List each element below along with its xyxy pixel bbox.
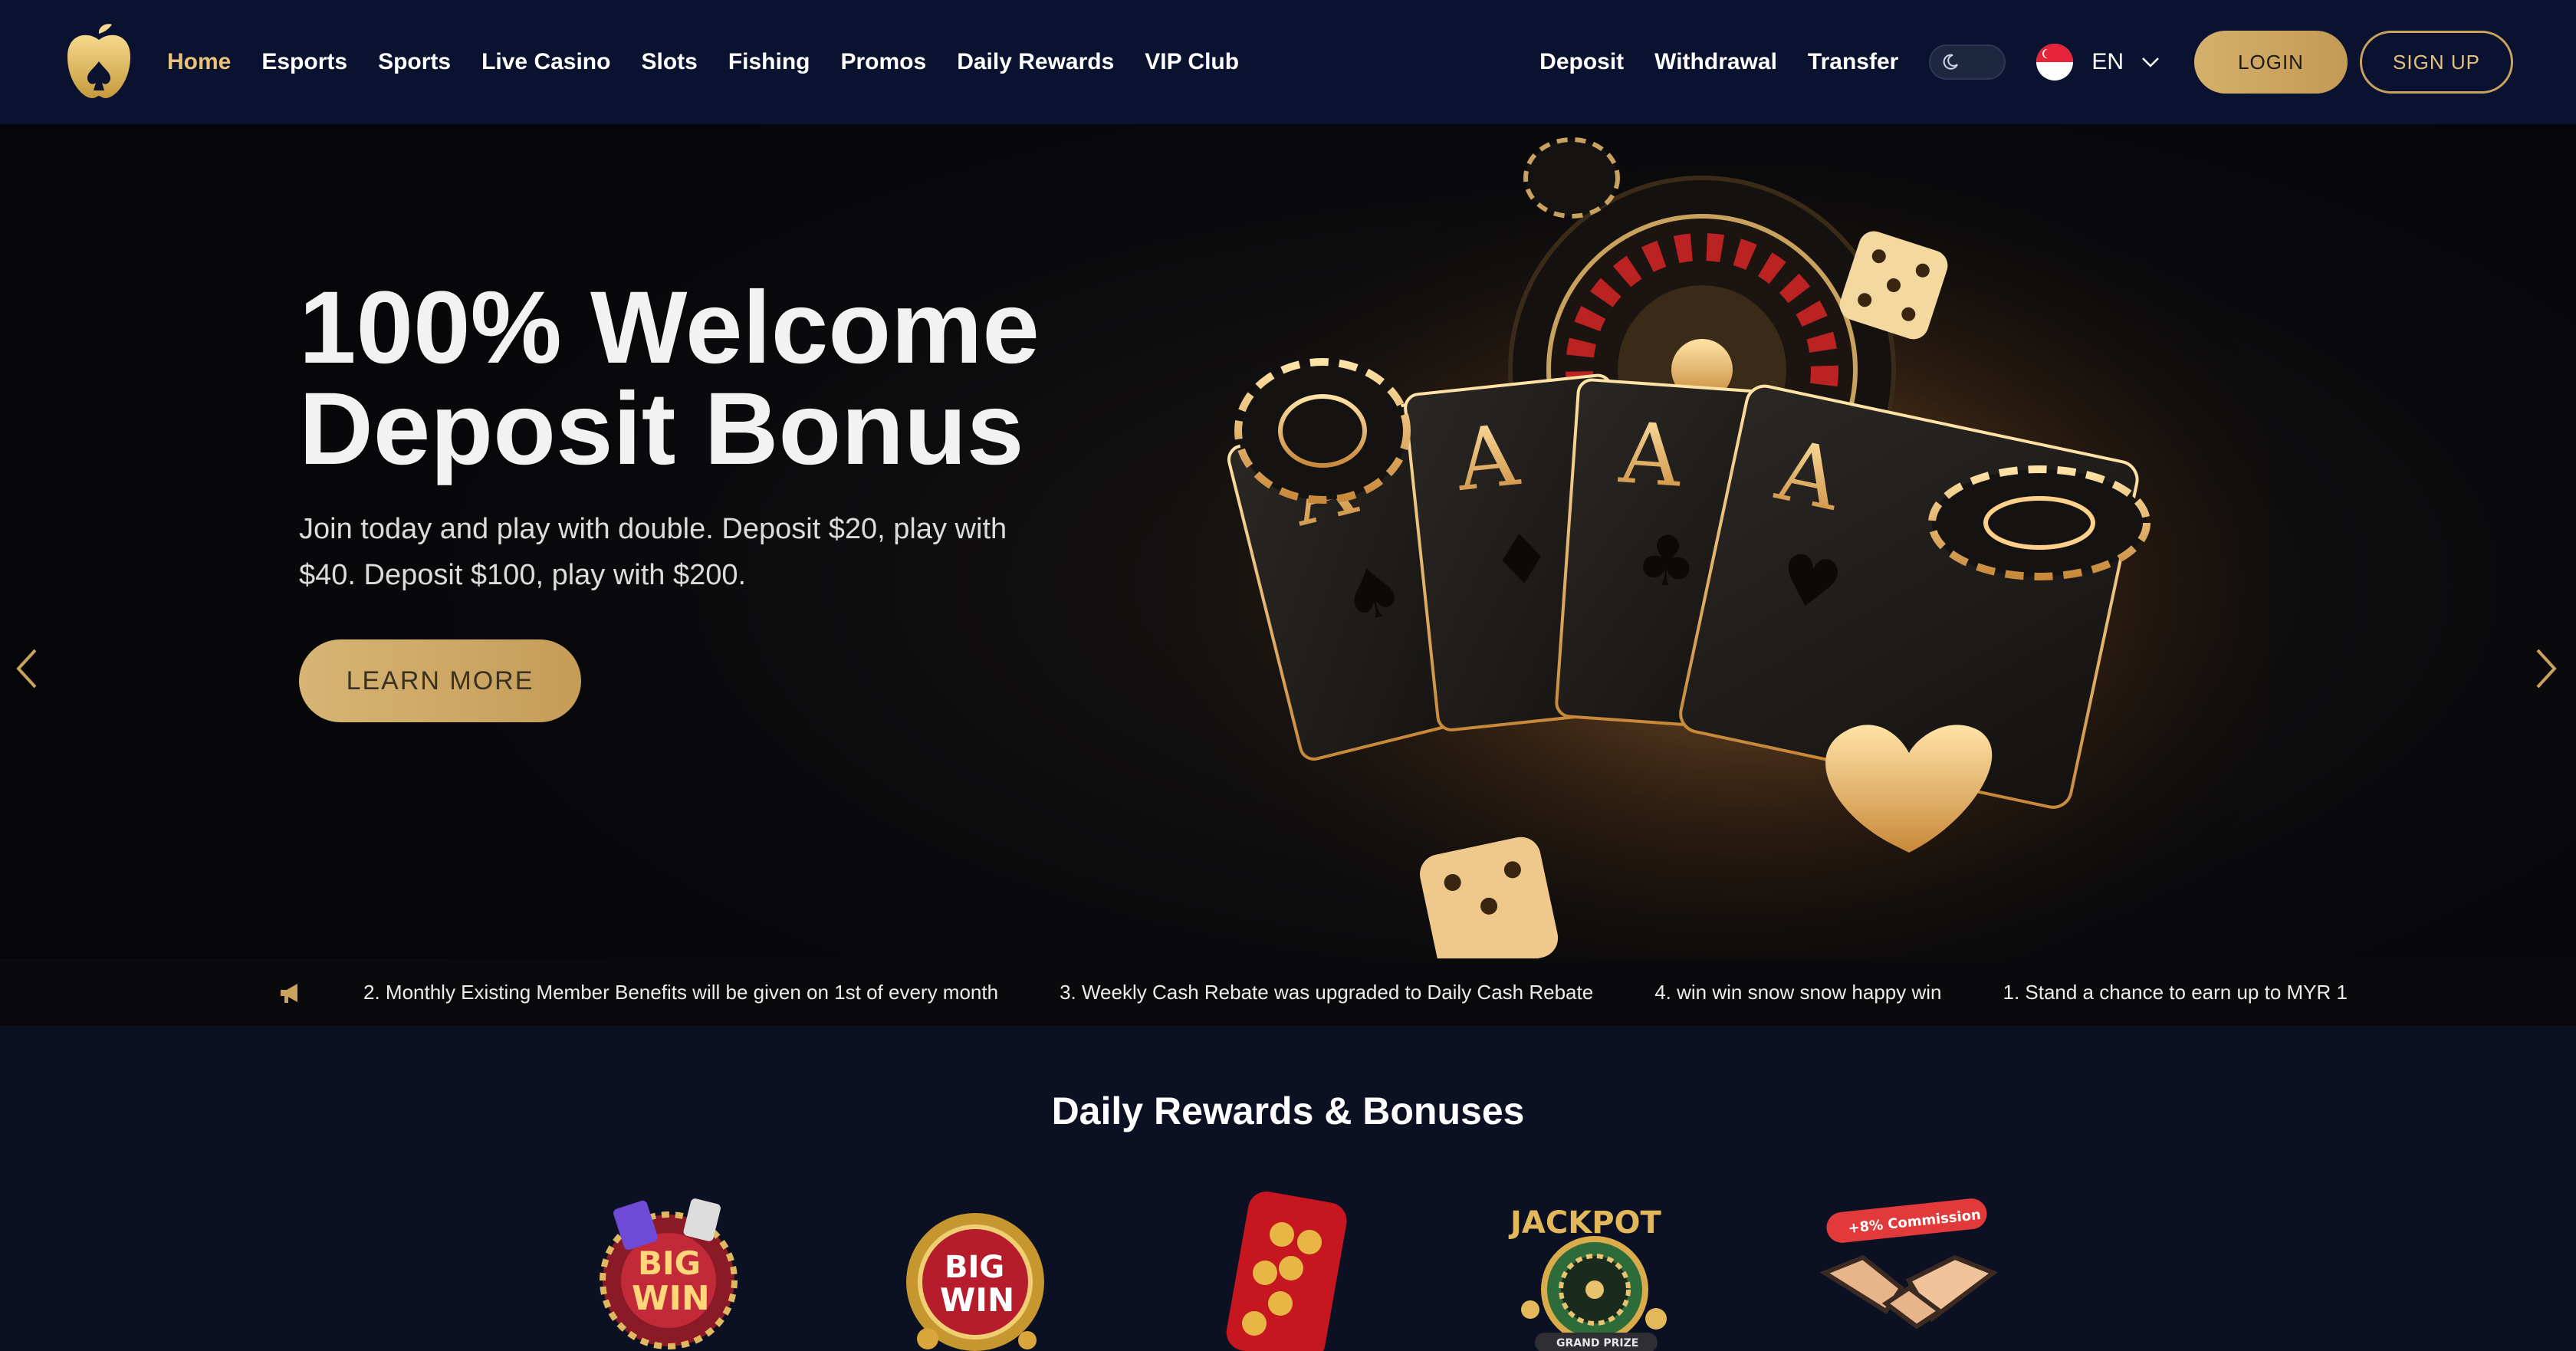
- nav-sports[interactable]: Sports: [378, 49, 451, 75]
- big-win-roulette-icon[interactable]: BIG WIN: [897, 1188, 1081, 1351]
- big-win-badge-icon[interactable]: BIG WIN: [587, 1188, 771, 1351]
- nav-promos[interactable]: Promos: [840, 49, 926, 75]
- chevron-down-icon[interactable]: [2141, 52, 2160, 72]
- deposit-link[interactable]: Deposit: [1539, 49, 1624, 75]
- jackpot-roulette-icon[interactable]: JACKPOT GRAND PRIZE: [1503, 1188, 1687, 1351]
- nav-vip-club[interactable]: VIP Club: [1145, 49, 1239, 75]
- announcement-item: 3. Weekly Cash Rebate was upgraded to Da…: [1060, 980, 1594, 1004]
- login-button[interactable]: LOGIN: [2194, 31, 2348, 94]
- hero-subtitle: Join today and play with double. Deposit…: [299, 513, 1007, 591]
- ticker-track: 2. Monthly Existing Member Benefits will…: [363, 958, 2348, 1026]
- jackpot-text: JACKPOT: [1508, 1205, 1662, 1241]
- nav-live-casino[interactable]: Live Casino: [481, 49, 610, 75]
- golden-apple-spade-icon[interactable]: [64, 23, 133, 103]
- svg-text:A: A: [1616, 403, 1686, 505]
- casino-cards-art: A ♠ A ♦ A ♣ A ♥: [1119, 124, 2269, 958]
- announcement-item: 4. win win snow snow happy win: [1654, 980, 1942, 1004]
- header-actions: Deposit Withdrawal Transfer EN LOGIN SIG…: [1539, 0, 2576, 124]
- nav-slots[interactable]: Slots: [641, 49, 697, 75]
- hero-banner: A ♠ A ♦ A ♣ A ♥: [0, 124, 2576, 958]
- svg-text:A: A: [1451, 406, 1524, 510]
- announcement-ticker: 2. Monthly Existing Member Benefits will…: [0, 958, 2576, 1026]
- hero-title: 100% Welcome Deposit Bonus: [299, 271, 1040, 486]
- moon-icon: [1943, 54, 1959, 70]
- signup-button[interactable]: SIGN UP: [2360, 31, 2513, 94]
- theme-toggle[interactable]: [1929, 44, 2006, 80]
- svg-text:WIN: WIN: [940, 1281, 1014, 1319]
- main-nav: Home Esports Sports Live Casino Slots Fi…: [167, 0, 1239, 124]
- svg-text:♣: ♣: [1633, 519, 1700, 603]
- withdrawal-link[interactable]: Withdrawal: [1654, 49, 1777, 75]
- carousel-next-arrow-icon[interactable]: [2530, 646, 2561, 692]
- svg-text:♦: ♦: [1487, 517, 1556, 603]
- nav-esports[interactable]: Esports: [261, 49, 347, 75]
- announcement-item: 2. Monthly Existing Member Benefits will…: [363, 980, 999, 1004]
- megaphone-icon: [281, 984, 297, 1003]
- daily-rewards-title: Daily Rewards & Bonuses: [1051, 1090, 1525, 1132]
- top-header: Home Esports Sports Live Casino Slots Fi…: [0, 0, 2576, 124]
- learn-more-button[interactable]: LEARN MORE: [299, 639, 581, 722]
- language-code[interactable]: EN: [2091, 49, 2124, 75]
- nav-daily-rewards[interactable]: Daily Rewards: [957, 49, 1114, 75]
- transfer-link[interactable]: Transfer: [1808, 49, 1898, 75]
- singapore-flag-icon[interactable]: [2036, 44, 2074, 81]
- red-envelope-coins-icon[interactable]: [1211, 1188, 1395, 1351]
- svg-text:BIG: BIG: [638, 1244, 701, 1282]
- svg-text:BIG: BIG: [945, 1250, 1004, 1285]
- handshake-commission-icon[interactable]: +8% Commission: [1817, 1188, 2001, 1351]
- svg-text:WIN: WIN: [632, 1279, 710, 1318]
- grand-prize-caption: GRAND PRIZE: [1556, 1337, 1638, 1349]
- nav-home[interactable]: Home: [167, 49, 231, 75]
- carousel-prev-arrow-icon[interactable]: [12, 646, 43, 692]
- announcement-item: 1. Stand a chance to earn up to MYR 1: [2003, 980, 2348, 1004]
- nav-fishing[interactable]: Fishing: [728, 49, 810, 75]
